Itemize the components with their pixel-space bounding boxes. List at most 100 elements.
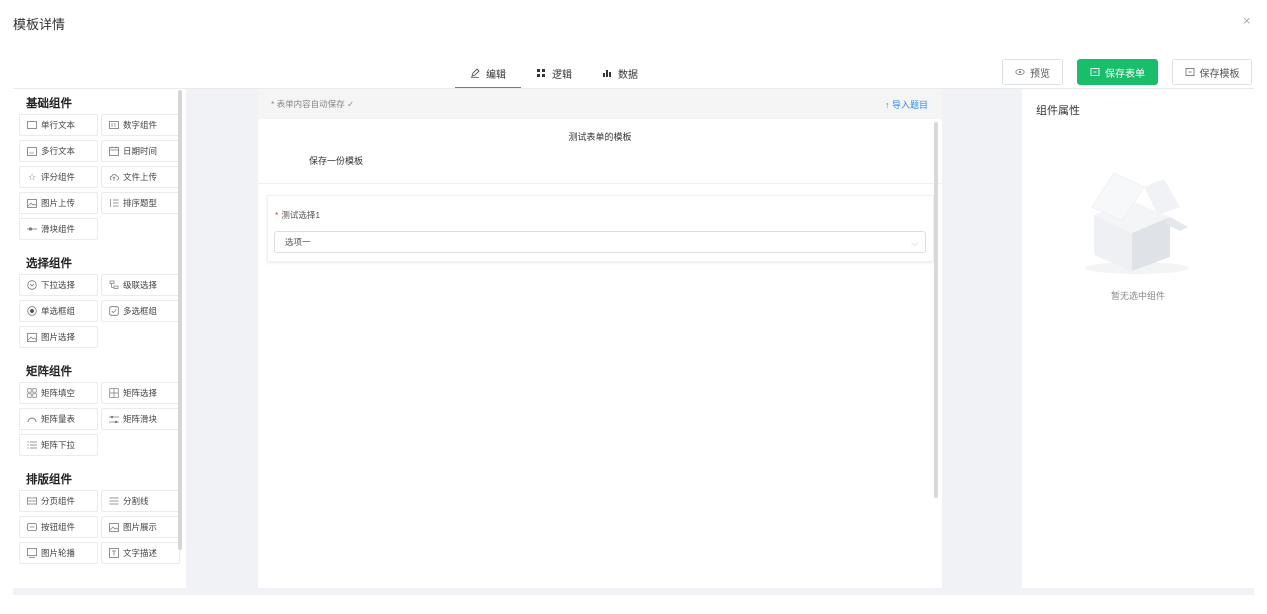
component-label: 级联选择 <box>123 280 158 290</box>
tab-label: 数据 <box>618 69 638 81</box>
number-icon <box>109 120 119 130</box>
component-multi-line-text[interactable]: 多行文本 <box>19 140 98 162</box>
component-label: 文件上传 <box>123 172 158 182</box>
canvas-scrollbar[interactable] <box>934 122 938 498</box>
required-mark: * <box>275 210 279 220</box>
form-canvas: * 表单内容自动保存 ✓ ↑ 导入题目 测试表单的模板 保存一份模板 * 测试选择… <box>258 89 942 588</box>
tab-label: 逻辑 <box>552 69 572 81</box>
gauge-icon <box>27 414 37 424</box>
import-questions-button[interactable]: ↑ 导入题目 <box>885 98 928 111</box>
component-pagination[interactable]: 分页组件 <box>19 490 98 512</box>
palette-scrollbar[interactable] <box>178 90 182 550</box>
component-label: 矩阵选择 <box>123 388 158 398</box>
component-dropdown[interactable]: 下拉选择 <box>19 274 98 296</box>
component-label: 下拉选择 <box>41 280 76 290</box>
grid-icon <box>27 388 37 398</box>
component-label: 评分组件 <box>41 172 76 182</box>
component-matrix-dropdown[interactable]: 矩阵下拉 <box>19 434 98 456</box>
toolbar: 预览 保存表单 保存模板 <box>1002 59 1252 85</box>
component-label: 单行文本 <box>41 120 76 130</box>
cascade-icon <box>109 280 119 290</box>
matrix-components: 矩阵填空 矩阵选择 矩阵量表 矩阵滑块 矩阵下拉 <box>13 382 186 456</box>
save-form-button[interactable]: 保存表单 <box>1077 59 1158 85</box>
image-icon <box>27 332 37 342</box>
component-slider[interactable]: 滑块组件 <box>19 218 98 240</box>
tab-edit[interactable]: 编辑 <box>455 58 521 89</box>
component-button[interactable]: 按钮组件 <box>19 516 98 538</box>
component-file-upload[interactable]: 文件上传 <box>101 166 180 188</box>
component-label: 矩阵下拉 <box>41 440 76 450</box>
component-label: 分页组件 <box>41 496 76 506</box>
grid-icon <box>109 388 119 398</box>
bottom-scrollbar[interactable] <box>13 588 1254 595</box>
group-title-matrix: 矩阵组件 <box>26 366 72 378</box>
save-form-label: 保存表单 <box>1105 68 1145 80</box>
component-label: 图片展示 <box>123 522 158 532</box>
mode-tabs: 编辑 逻辑 数据 <box>455 58 653 89</box>
component-label: 矩阵滑块 <box>123 414 158 424</box>
modal-title: 模板详情 <box>13 17 66 32</box>
canvas-gutter <box>942 89 1022 588</box>
form-title[interactable]: 测试表单的模板 <box>258 130 942 143</box>
group-title-layout: 排版组件 <box>26 474 72 486</box>
component-matrix-choice[interactable]: 矩阵选择 <box>101 382 180 404</box>
preview-label: 预览 <box>1030 68 1050 80</box>
field-select[interactable]: 选项一 ⌵ <box>274 231 926 253</box>
grid-icon <box>537 69 545 77</box>
component-label: 多行文本 <box>41 146 76 156</box>
component-sort[interactable]: 排序题型 <box>101 192 180 214</box>
circle-chevron-icon <box>27 280 37 290</box>
eye-icon <box>1015 69 1025 75</box>
basic-components: 单行文本 数字组件 多行文本 日期时间 ☆ 评分组件 文件上传 图片上传 排序题型… <box>13 114 186 240</box>
component-checkbox-group[interactable]: 多选框组 <box>101 300 180 322</box>
component-radio-group[interactable]: 单选框组 <box>19 300 98 322</box>
component-matrix-slider[interactable]: 矩阵滑块 <box>101 408 180 430</box>
component-image-upload[interactable]: 图片上传 <box>19 192 98 214</box>
tab-data[interactable]: 数据 <box>587 58 653 88</box>
component-datetime[interactable]: 日期时间 <box>101 140 180 162</box>
component-cascader[interactable]: 级联选择 <box>101 274 180 296</box>
textarea-icon <box>27 146 37 156</box>
component-label: 排序题型 <box>123 198 158 208</box>
save-icon <box>1090 68 1100 76</box>
tab-logic[interactable]: 逻辑 <box>521 58 587 88</box>
save-icon <box>1185 68 1194 76</box>
list-icon <box>27 440 37 450</box>
component-image-carousel[interactable]: 图片轮播 <box>19 542 98 564</box>
component-divider[interactable]: 分割线 <box>101 490 180 512</box>
text-block-icon <box>109 548 119 558</box>
component-rating[interactable]: ☆ 评分组件 <box>19 166 98 188</box>
component-image-choice[interactable]: 图片选择 <box>19 326 98 348</box>
component-label: 多选框组 <box>123 306 158 316</box>
form-field-card[interactable]: * 测试选择1 选项一 ⌵ <box>267 195 934 262</box>
empty-box-icon <box>1085 172 1189 274</box>
checkbox-icon <box>109 306 119 316</box>
properties-panel: 组件属性 暂无选中组件 <box>1022 89 1254 588</box>
close-icon[interactable]: × <box>1243 14 1251 27</box>
component-matrix-scale[interactable]: 矩阵量表 <box>19 408 98 430</box>
preview-button[interactable]: 预览 <box>1002 59 1063 85</box>
sliders-icon <box>109 414 119 424</box>
component-label: 图片选择 <box>41 332 76 342</box>
component-text-description[interactable]: 文字描述 <box>101 542 180 564</box>
page-break-icon <box>27 496 37 506</box>
form-description[interactable]: 保存一份模板 <box>309 154 942 167</box>
empty-state-text: 暂无选中组件 <box>1110 291 1165 301</box>
group-title-choice: 选择组件 <box>26 258 72 270</box>
chevron-down-icon: ⌵ <box>911 238 918 248</box>
component-label: 矩阵量表 <box>41 414 76 424</box>
component-label: 矩阵填空 <box>41 388 76 398</box>
component-matrix-fill[interactable]: 矩阵填空 <box>19 382 98 404</box>
autosave-status: * 表单内容自动保存 ✓ <box>271 99 355 109</box>
component-single-line-text[interactable]: 单行文本 <box>19 114 98 136</box>
component-label: 分割线 <box>123 496 149 506</box>
field-label-text: 测试选择1 <box>281 210 321 220</box>
component-label: 数字组件 <box>123 120 158 130</box>
save-template-button[interactable]: 保存模板 <box>1172 59 1252 85</box>
component-label: 单选框组 <box>41 306 76 316</box>
component-number[interactable]: 数字组件 <box>101 114 180 136</box>
select-value: 选项一 <box>285 237 311 247</box>
component-label: 滑块组件 <box>41 224 76 234</box>
component-image-display[interactable]: 图片展示 <box>101 516 180 538</box>
bar-chart-icon <box>603 70 611 77</box>
